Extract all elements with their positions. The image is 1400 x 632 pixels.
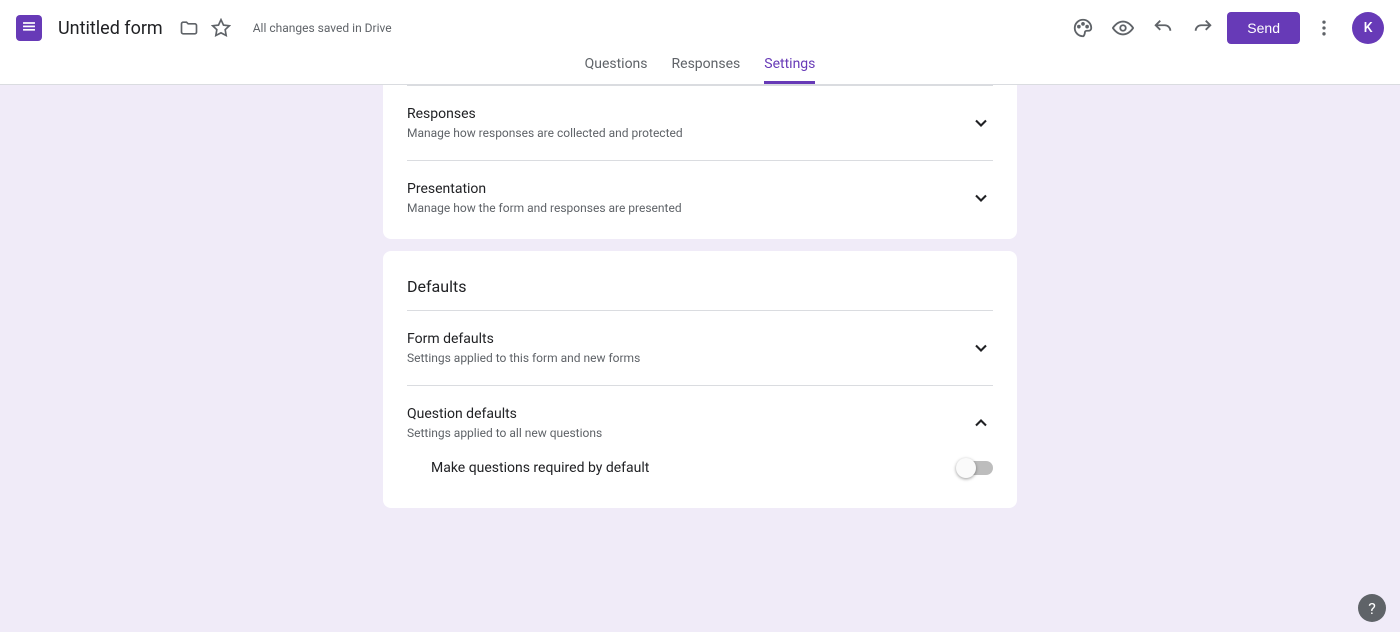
form-defaults-title: Form defaults	[407, 331, 969, 347]
setting-presentation-desc: Manage how the form and responses are pr…	[407, 201, 969, 215]
star-icon[interactable]	[205, 12, 237, 44]
chevron-up-icon	[969, 411, 993, 435]
tab-settings[interactable]: Settings	[764, 56, 815, 84]
chevron-down-icon	[969, 111, 993, 135]
required-by-default-label: Make questions required by default	[431, 460, 959, 476]
tab-responses[interactable]: Responses	[672, 56, 741, 84]
chevron-down-icon	[969, 336, 993, 360]
undo-icon[interactable]	[1143, 8, 1183, 48]
chevron-down-icon	[969, 186, 993, 210]
redo-icon[interactable]	[1183, 8, 1223, 48]
setting-responses[interactable]: Responses Manage how responses are colle…	[407, 86, 993, 160]
setting-responses-desc: Manage how responses are collected and p…	[407, 126, 969, 140]
question-defaults-desc: Settings applied to all new questions	[407, 426, 969, 440]
defaults-card-title: Defaults	[407, 255, 993, 310]
send-button[interactable]: Send	[1227, 12, 1300, 44]
move-to-folder-icon[interactable]	[173, 12, 205, 44]
setting-question-defaults[interactable]: Question defaults Settings applied to al…	[407, 386, 993, 452]
more-options-icon[interactable]	[1304, 8, 1344, 48]
header-top-row: Untitled form All changes saved in Drive…	[0, 0, 1400, 56]
form-title[interactable]: Untitled form	[58, 18, 163, 39]
defaults-card: Defaults Form defaults Settings applied …	[383, 251, 1017, 508]
tab-bar: Questions Responses Settings	[0, 56, 1400, 84]
required-by-default-row: Make questions required by default	[407, 452, 993, 504]
setting-presentation[interactable]: Presentation Manage how the form and res…	[407, 161, 993, 235]
help-button[interactable]: ?	[1358, 594, 1386, 622]
settings-card: Responses Manage how responses are colle…	[383, 85, 1017, 239]
setting-form-defaults[interactable]: Form defaults Settings applied to this f…	[407, 311, 993, 385]
save-status: All changes saved in Drive	[253, 21, 392, 35]
setting-presentation-title: Presentation	[407, 181, 969, 197]
preview-icon[interactable]	[1103, 8, 1143, 48]
customize-theme-icon[interactable]	[1063, 8, 1103, 48]
tab-questions[interactable]: Questions	[585, 56, 648, 84]
account-avatar[interactable]: K	[1352, 12, 1384, 44]
form-defaults-desc: Settings applied to this form and new fo…	[407, 351, 969, 365]
required-by-default-toggle[interactable]	[959, 461, 993, 475]
main-content: Responses Manage how responses are colle…	[0, 85, 1400, 632]
forms-logo-icon[interactable]	[16, 15, 42, 41]
setting-responses-title: Responses	[407, 106, 969, 122]
app-header: Untitled form All changes saved in Drive…	[0, 0, 1400, 85]
question-defaults-title: Question defaults	[407, 406, 969, 422]
